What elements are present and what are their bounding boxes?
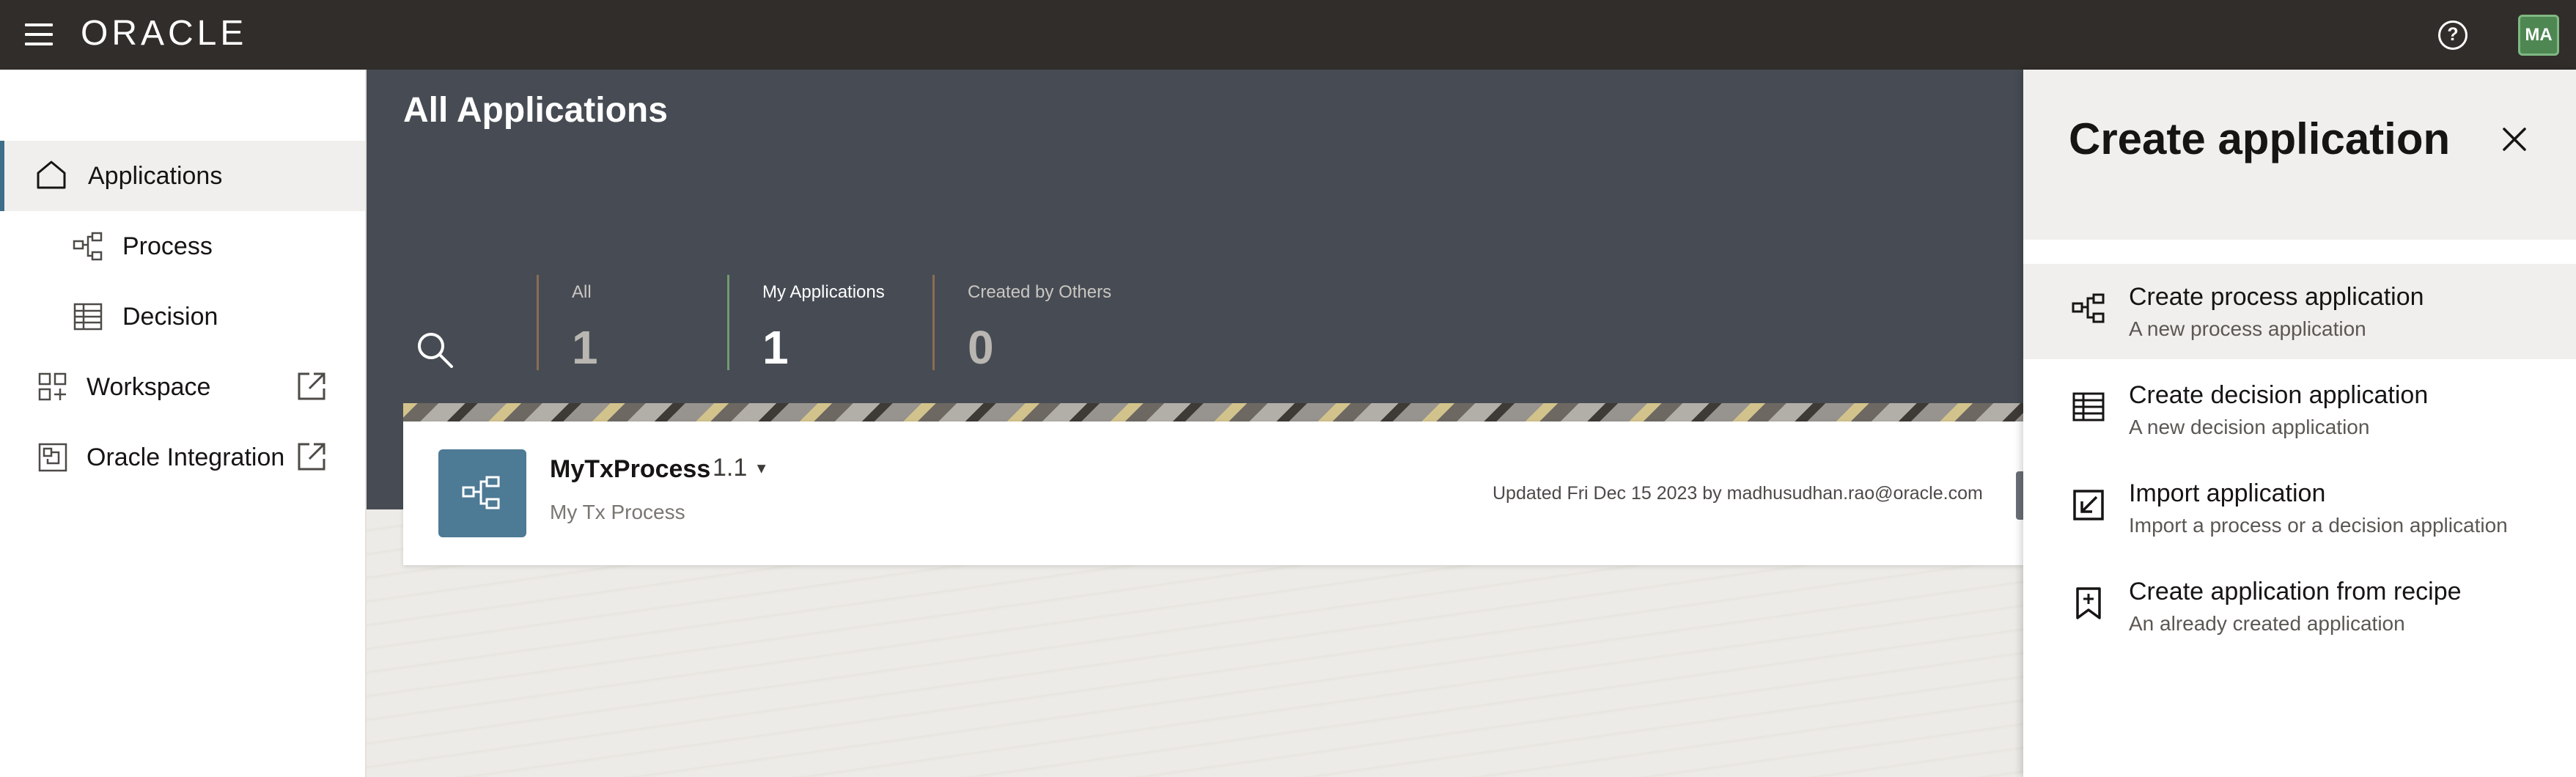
sidebar: Applications Process Decision Workspace	[0, 70, 367, 777]
version-label: 1.1	[713, 454, 748, 482]
option-title: Create decision application	[2129, 381, 2429, 409]
filter-label: Created by Others	[968, 282, 1112, 302]
user-avatar[interactable]: MA	[2518, 15, 2559, 56]
option-subtitle: A new process application	[2129, 317, 2366, 340]
sidebar-item-applications[interactable]: Applications	[0, 141, 365, 211]
drawer-header: Create application	[2023, 70, 2576, 240]
option-subtitle: Import a process or a decision applicati…	[2129, 514, 2508, 537]
sidebar-item-workspace[interactable]: Workspace	[0, 352, 365, 422]
create-from-recipe-option[interactable]: Create application from recipe An alread…	[2023, 559, 2576, 654]
main-content: All Applications All 1 My Applications 1…	[367, 70, 2023, 777]
filter-bar	[727, 275, 729, 370]
recipe-bookmark-icon	[2076, 587, 2101, 619]
sidebar-item-label: Applications	[88, 161, 223, 190]
application-card[interactable]: MyTxProcess 1.1 ▼ My Tx Process Updated …	[403, 421, 2023, 565]
import-application-option[interactable]: Import application Import a process or a…	[2023, 460, 2576, 556]
process-icon	[73, 232, 103, 261]
sidebar-item-decision[interactable]: Decision	[0, 281, 365, 352]
card-action-button[interactable]	[2016, 471, 2023, 520]
application-name[interactable]: MyTxProcess	[550, 455, 710, 484]
option-subtitle: An already created application	[2129, 612, 2405, 635]
sidebar-item-label: Decision	[122, 302, 218, 331]
help-icon[interactable]: ?	[2438, 21, 2468, 50]
option-subtitle: A new decision application	[2129, 416, 2370, 438]
drawer-title: Create application	[2069, 114, 2451, 163]
application-description: My Tx Process	[550, 501, 685, 523]
integration-icon	[38, 443, 67, 472]
workspace-icon	[38, 372, 67, 401]
create-application-drawer: Create application Create process applic…	[2023, 70, 2576, 777]
chevron-down-icon: ▼	[754, 460, 769, 477]
filter-label: My Applications	[762, 282, 885, 302]
hamburger-menu-icon[interactable]	[25, 23, 53, 45]
app-process-icon	[438, 449, 526, 537]
close-icon[interactable]	[2500, 125, 2529, 154]
filter-my-applications[interactable]: My Applications 1	[727, 275, 932, 374]
filter-created-by-others[interactable]: Created by Others 0	[932, 275, 1167, 374]
filter-label: All	[572, 282, 592, 302]
import-icon	[2073, 490, 2104, 520]
filter-bar	[932, 275, 935, 370]
sidebar-item-process[interactable]: Process	[0, 211, 365, 281]
version-dropdown[interactable]: 1.1 ▼	[713, 454, 769, 482]
search-icon[interactable]	[415, 330, 456, 371]
page-title: All Applications	[403, 91, 668, 130]
filter-count: 1	[572, 321, 598, 374]
process-icon	[2072, 293, 2105, 323]
sidebar-item-oracle-integration[interactable]: Oracle Integration	[0, 422, 365, 493]
decision-table-icon	[2072, 392, 2105, 421]
option-title: Create process application	[2129, 283, 2424, 311]
option-title: Create application from recipe	[2129, 578, 2462, 605]
sidebar-item-label: Workspace	[87, 372, 211, 401]
external-link-icon[interactable]	[295, 440, 328, 474]
home-icon	[37, 161, 66, 189]
filter-count: 0	[968, 321, 994, 374]
sidebar-item-label: Oracle Integration	[87, 443, 285, 471]
sidebar-item-label: Process	[122, 232, 213, 260]
updated-info: Updated Fri Dec 15 2023 by madhusudhan.r…	[1493, 483, 1983, 504]
create-process-application-option[interactable]: Create process application A new process…	[2023, 264, 2576, 359]
filter-count: 1	[762, 321, 789, 374]
decision-table-icon	[73, 303, 103, 331]
option-title: Import application	[2129, 479, 2326, 507]
create-decision-application-option[interactable]: Create decision application A new decisi…	[2023, 362, 2576, 457]
top-bar: ORACLE ? MA	[0, 0, 2576, 70]
oracle-logo: ORACLE	[81, 14, 248, 53]
external-link-icon[interactable]	[295, 369, 328, 403]
filter-bar	[537, 275, 539, 370]
filter-all[interactable]: All 1	[537, 275, 727, 374]
